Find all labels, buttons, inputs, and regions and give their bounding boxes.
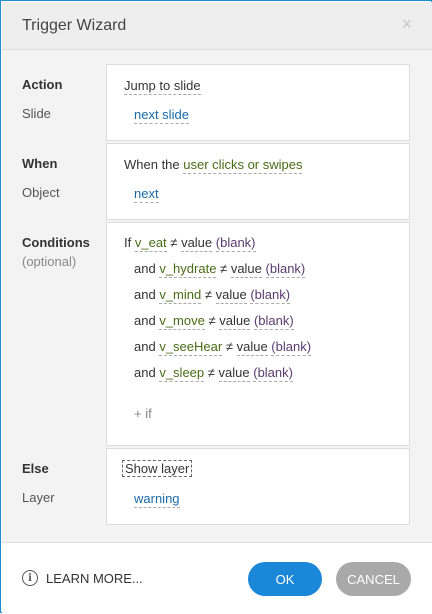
- condition-variable[interactable]: v_move: [159, 313, 205, 330]
- wizard-body: Action Slide Jump to slide next slide Wh…: [2, 50, 432, 542]
- trigger-wizard-dialog: Trigger Wizard × Action Slide Jump to sl…: [0, 0, 432, 614]
- when-label: When: [22, 156, 58, 171]
- slide-dropdown[interactable]: next slide: [134, 107, 189, 124]
- event-dropdown[interactable]: user clicks or swipes: [183, 157, 303, 174]
- condition-value[interactable]: (blank): [215, 235, 256, 252]
- condition-row: and v_move ≠ value (blank): [134, 313, 294, 330]
- condition-connector[interactable]: and: [134, 313, 156, 328]
- condition-connector[interactable]: and: [134, 287, 156, 302]
- condition-connector: If: [124, 235, 132, 250]
- else-action-dropdown[interactable]: Show layer: [122, 460, 193, 477]
- condition-operator[interactable]: ≠: [170, 235, 177, 250]
- condition-value[interactable]: (blank): [253, 313, 294, 330]
- condition-compare[interactable]: value: [215, 287, 247, 304]
- condition-compare[interactable]: value: [236, 339, 268, 356]
- cancel-button[interactable]: CANCEL: [336, 562, 411, 596]
- conditions-label: Conditions: [22, 235, 90, 250]
- object-label: Object: [22, 185, 60, 200]
- condition-variable[interactable]: v_mind: [159, 287, 202, 304]
- close-icon[interactable]: ×: [401, 14, 412, 35]
- add-if-button[interactable]: + if: [134, 406, 152, 421]
- condition-compare[interactable]: value: [219, 313, 251, 330]
- info-icon: i: [22, 570, 38, 586]
- action-label: Action: [22, 77, 63, 92]
- learn-more-link[interactable]: i LEARN MORE...: [22, 570, 143, 586]
- condition-row: and v_seeHear ≠ value (blank): [134, 339, 312, 356]
- condition-compare[interactable]: value: [230, 261, 262, 278]
- condition-operator[interactable]: ≠: [208, 365, 215, 380]
- object-dropdown[interactable]: next: [134, 186, 159, 203]
- dialog-title: Trigger Wizard: [22, 17, 127, 34]
- condition-compare[interactable]: value: [181, 235, 213, 252]
- condition-row: If v_eat ≠ value (blank): [124, 235, 256, 252]
- conditions-panel: If v_eat ≠ value (blank) and v_hydrate ≠…: [106, 222, 410, 446]
- when-prefix: When the: [124, 157, 180, 172]
- condition-value[interactable]: (blank): [253, 365, 293, 382]
- condition-operator[interactable]: ≠: [220, 261, 227, 276]
- layer-dropdown[interactable]: warning: [134, 491, 180, 508]
- slide-label: Slide: [22, 106, 51, 121]
- dialog-footer: i LEARN MORE... OK CANCEL: [2, 542, 432, 614]
- title-bar: Trigger Wizard ×: [2, 2, 432, 50]
- condition-variable[interactable]: v_hydrate: [159, 261, 217, 278]
- condition-variable[interactable]: v_seeHear: [159, 339, 223, 356]
- condition-row: and v_sleep ≠ value (blank): [134, 365, 293, 382]
- conditions-optional-label: (optional): [22, 254, 77, 269]
- condition-row: and v_hydrate ≠ value (blank): [134, 261, 306, 278]
- condition-operator[interactable]: ≠: [205, 287, 212, 302]
- condition-connector[interactable]: and: [134, 365, 156, 380]
- condition-operator[interactable]: ≠: [226, 339, 233, 354]
- ok-button[interactable]: OK: [248, 562, 322, 596]
- condition-connector[interactable]: and: [134, 339, 156, 354]
- when-panel: When the user clicks or swipes next: [106, 143, 410, 220]
- condition-variable[interactable]: v_sleep: [159, 365, 205, 382]
- condition-operator[interactable]: ≠: [208, 313, 215, 328]
- condition-value[interactable]: (blank): [265, 261, 306, 278]
- condition-variable[interactable]: v_eat: [134, 235, 167, 252]
- learn-more-label: LEARN MORE...: [46, 570, 143, 586]
- condition-row: and v_mind ≠ value (blank): [134, 287, 291, 304]
- else-label: Else: [22, 461, 49, 476]
- else-panel: Show layer warning: [106, 448, 410, 525]
- condition-value[interactable]: (blank): [250, 287, 291, 304]
- action-panel: Jump to slide next slide: [106, 64, 410, 141]
- condition-value[interactable]: (blank): [271, 339, 312, 356]
- action-dropdown[interactable]: Jump to slide: [124, 78, 201, 95]
- condition-compare[interactable]: value: [218, 365, 250, 382]
- layer-label: Layer: [22, 490, 55, 505]
- condition-connector[interactable]: and: [134, 261, 156, 276]
